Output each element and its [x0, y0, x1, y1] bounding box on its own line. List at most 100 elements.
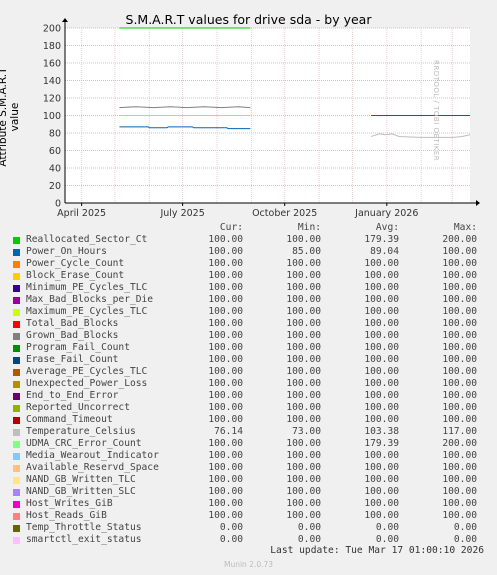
y-tick-label: 160 — [43, 59, 61, 70]
legend-value-avg: 100.00 — [364, 474, 399, 485]
col-header-avg: Avg: — [375, 222, 399, 233]
legend-header: Cur: Min: Avg: Max: — [13, 222, 483, 234]
legend-row: Total_Bad_Blocks 100.00 100.00 100.00 100.00 — [13, 318, 483, 330]
legend-row: Grown_Bad_Blocks 100.00 100.00 100.00 100.00 — [13, 330, 483, 342]
legend-row: Minimum_PE_Cycles_TLC 100.00 100.00 100.00 1… — [13, 282, 483, 294]
legend-value-max: 100.00 — [442, 258, 477, 269]
legend-swatch — [13, 428, 20, 436]
legend-series-name: Power_On_Hours — [26, 246, 107, 257]
legend-value-max: 100.00 — [442, 402, 477, 413]
legend-value-min: 100.00 — [286, 366, 321, 377]
legend-value-min: 100.00 — [286, 462, 321, 473]
legend-swatch — [13, 440, 20, 448]
legend-row: Power_Cycle_Count 100.00 100.00 100.00 100.0… — [13, 258, 483, 270]
legend-row: Host_Reads_GiB 100.00 100.00 100.00 100.00 — [13, 510, 483, 522]
legend-value-max: 100.00 — [442, 354, 477, 365]
legend-value-avg: 100.00 — [364, 378, 399, 389]
legend-value-max: 100.00 — [442, 270, 477, 281]
legend-swatch — [13, 452, 20, 460]
legend-row: Power_On_Hours 100.00 85.00 89.04 100.00 — [13, 246, 483, 258]
legend-value-avg: 100.00 — [364, 294, 399, 305]
legend-series-name: Temp_Throttle_Status — [26, 522, 142, 533]
col-header-max: Max: — [453, 222, 477, 233]
legend-row: Erase_Fail_Count 100.00 100.00 100.00 100.00 — [13, 354, 483, 366]
legend-value-cur: 100.00 — [208, 342, 243, 353]
y-tick-label: 80 — [49, 129, 61, 140]
legend-swatch — [13, 272, 20, 280]
legend-value-min: 100.00 — [286, 450, 321, 461]
legend-value-avg: 100.00 — [364, 342, 399, 353]
last-update: Last update: Tue Mar 17 01:00:10 2026 — [270, 545, 484, 556]
legend-swatch — [13, 236, 20, 244]
legend-value-max: 100.00 — [442, 282, 477, 293]
legend-value-avg: 100.00 — [364, 510, 399, 521]
legend-value-cur: 100.00 — [208, 414, 243, 425]
legend-swatch — [13, 392, 20, 400]
x-tick-label: April 2025 — [57, 208, 106, 219]
x-tick-label: January 2026 — [354, 208, 418, 219]
legend-series-name: Max_Bad_Blocks_per_Die — [26, 294, 154, 305]
legend-value-avg: 100.00 — [364, 258, 399, 269]
legend-series-name: Media_Wearout_Indicator — [26, 450, 159, 461]
legend-value-max: 100.00 — [442, 342, 477, 353]
legend-value-cur: 100.00 — [208, 306, 243, 317]
legend-series-name: Power_Cycle_Count — [26, 258, 125, 269]
legend-value-cur: 100.00 — [208, 390, 243, 401]
legend-value-max: 200.00 — [442, 234, 477, 245]
legend-series-name: Command_Timeout — [26, 414, 113, 425]
legend-row: Unexpected_Power_Loss 100.00 100.00 100.00 1… — [13, 378, 483, 390]
legend-series-name: Host_Reads_GiB — [26, 510, 107, 521]
legend-value-avg: 103.38 — [364, 426, 399, 437]
legend-value-max: 100.00 — [442, 306, 477, 317]
legend-series-name: Unexpected_Power_Loss — [26, 378, 148, 389]
legend-row: Block_Erase_Count 100.00 100.00 100.00 100.0… — [13, 270, 483, 282]
legend-value-min: 100.00 — [286, 378, 321, 389]
legend-value-max: 0.00 — [453, 522, 477, 533]
legend-swatch — [13, 344, 20, 352]
legend-value-min: 100.00 — [286, 402, 321, 413]
legend-value-cur: 100.00 — [208, 330, 243, 341]
legend-value-avg: 89.04 — [370, 246, 399, 257]
legend-value-max: 100.00 — [442, 498, 477, 509]
legend-rows: Reallocated_Sector_Ct 100.00 100.00 179.39 2… — [13, 234, 483, 546]
legend-series-name: End_to_End_Error — [26, 390, 119, 401]
legend-value-avg: 179.39 — [364, 234, 399, 245]
legend-value-cur: 0.00 — [219, 522, 243, 533]
legend-row: Max_Bad_Blocks_per_Die 100.00 100.00 100.00… — [13, 294, 483, 306]
legend-value-avg: 100.00 — [364, 486, 399, 497]
legend-series-name: Temperature_Celsius — [26, 426, 136, 437]
legend-value-min: 100.00 — [286, 258, 321, 269]
y-tick-label: 20 — [49, 181, 61, 192]
legend-swatch — [13, 296, 20, 304]
legend-value-cur: 100.00 — [208, 498, 243, 509]
chart-title: S.M.A.R.T values for drive sda - by year — [125, 12, 372, 27]
legend-value-max: 100.00 — [442, 246, 477, 257]
legend-row: NAND_GB_Written_SLC 100.00 100.00 100.00 100… — [13, 486, 483, 498]
legend-swatch — [13, 464, 20, 472]
legend-value-avg: 100.00 — [364, 462, 399, 473]
legend-value-avg: 100.00 — [364, 366, 399, 377]
legend-value-max: 100.00 — [442, 474, 477, 485]
legend-value-avg: 100.00 — [364, 390, 399, 401]
legend-value-avg: 100.00 — [364, 498, 399, 509]
y-tick-label: 120 — [43, 94, 61, 105]
legend-swatch — [13, 332, 20, 340]
legend-value-min: 100.00 — [286, 318, 321, 329]
legend-value-avg: 100.00 — [364, 330, 399, 341]
y-tick-label: 180 — [43, 41, 61, 52]
rrdtool-credit: RRDTOOL / TOBI OETIKER — [432, 60, 440, 162]
legend-value-avg: 100.00 — [364, 282, 399, 293]
legend-value-cur: 100.00 — [208, 270, 243, 281]
legend-swatch — [13, 320, 20, 328]
legend-series-name: Host_Writes_GiB — [26, 498, 113, 509]
legend-row: Maximum_PE_Cycles_TLC 100.00 100.00 100.00 1… — [13, 306, 483, 318]
legend-row: End_to_End_Error 100.00 100.00 100.00 100.00 — [13, 390, 483, 402]
legend-value-max: 117.00 — [442, 426, 477, 437]
x-tick-label: July 2025 — [159, 208, 204, 219]
legend-series-name: Grown_Bad_Blocks — [26, 330, 119, 341]
legend-value-min: 100.00 — [286, 414, 321, 425]
legend-value-max: 100.00 — [442, 486, 477, 497]
legend-value-min: 100.00 — [286, 282, 321, 293]
legend-value-avg: 100.00 — [364, 270, 399, 281]
legend-value-cur: 100.00 — [208, 258, 243, 269]
